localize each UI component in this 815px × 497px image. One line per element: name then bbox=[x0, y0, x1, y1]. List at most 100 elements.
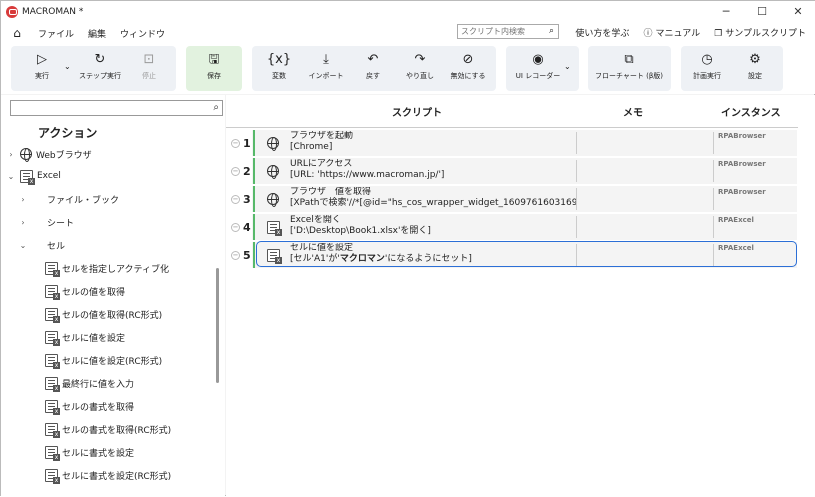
tree-item[interactable]: セルを指定しアクティブ化 bbox=[45, 257, 169, 279]
sample-icon: ❐ bbox=[714, 29, 723, 39]
schedule-button[interactable]: ◷ 計画実行 bbox=[687, 44, 727, 89]
ui-recorder-button[interactable]: ◉ UI レコーダー bbox=[511, 44, 565, 89]
tree-item[interactable]: セルの書式を取得 bbox=[45, 395, 134, 417]
menu-edit[interactable]: 編集 bbox=[88, 27, 106, 40]
globe-icon bbox=[20, 148, 32, 162]
memo-divider bbox=[576, 216, 577, 238]
instance-column-header[interactable]: インスタンス bbox=[721, 104, 781, 119]
help-icon: ⓘ bbox=[643, 29, 653, 39]
row-number-label: 3 bbox=[243, 193, 251, 206]
app-window: MACROMAN * ─ ☐ ✕ ⌂ ファイル 編集 ウィンドウ ⌕ 使い方を学… bbox=[0, 0, 815, 497]
recorder-dropdown-icon[interactable]: ⌄ bbox=[564, 62, 571, 71]
script-row[interactable]: −4 Excelを開く['D:\Desktop\Book1.xlsx'を開く] RP… bbox=[226, 214, 798, 240]
save-button[interactable]: 🖫 保存 bbox=[186, 44, 242, 89]
script-row[interactable]: −5 セルに値を設定[セル'A1'が'マクロマン'になるようにセット] RPAExc… bbox=[226, 241, 798, 268]
row-toggle-icon[interactable]: − bbox=[231, 251, 240, 260]
manual-link[interactable]: ⓘ マニュアル bbox=[643, 26, 700, 39]
action-scrollbar[interactable] bbox=[216, 268, 219, 383]
row-toggle-icon[interactable]: − bbox=[231, 167, 240, 176]
tree-item[interactable]: セルに書式を設定(RC形式) bbox=[45, 464, 171, 486]
undo-button[interactable]: ↶ 戻す bbox=[355, 44, 391, 89]
row-action-params: [セル'A1'が'マクロマン'になるようにセット] bbox=[290, 254, 576, 265]
menu-window[interactable]: ウィンドウ bbox=[120, 27, 165, 40]
tree-item-label: セルに書式を設定 bbox=[62, 448, 135, 459]
instance-divider bbox=[713, 216, 714, 238]
save-icon: 🖫 bbox=[208, 52, 220, 67]
tree-item[interactable]: セルに値を設定(RC形式) bbox=[45, 349, 162, 371]
excel-icon bbox=[45, 399, 60, 415]
memo-column-header[interactable]: メモ bbox=[623, 104, 643, 119]
script-row[interactable]: −2 URLにアクセス [URL: 'https://www.macroman.jp… bbox=[226, 158, 798, 184]
minimize-button[interactable]: ─ bbox=[708, 1, 744, 22]
tree-item[interactable]: 最終行に値を入力 bbox=[45, 372, 134, 394]
tree-item-label: シート bbox=[47, 218, 75, 229]
enabled-indicator bbox=[253, 130, 255, 156]
learn-link[interactable]: 使い方を学ぶ bbox=[575, 26, 629, 39]
search-icon[interactable]: ⌕ bbox=[549, 26, 554, 36]
home-icon[interactable]: ⌂ bbox=[10, 26, 24, 40]
search-icon[interactable]: ⌕ bbox=[213, 102, 219, 113]
script-search-input[interactable] bbox=[458, 27, 538, 36]
row-number-label: 5 bbox=[243, 249, 251, 262]
import-button[interactable]: ⤓ インポート bbox=[303, 44, 349, 89]
tree-item[interactable]: セルの書式を取得(RC形式) bbox=[45, 418, 171, 440]
flowchart-button[interactable]: ⧉ フローチャート (β版) bbox=[590, 44, 668, 89]
row-toggle-icon[interactable]: − bbox=[231, 195, 240, 204]
tree-item[interactable]: セルに書式を設定 bbox=[45, 441, 134, 463]
disable-icon: ⊘ bbox=[462, 52, 474, 67]
action-heading: アクション bbox=[38, 126, 98, 140]
row-number-label: 2 bbox=[243, 165, 251, 178]
excel-icon bbox=[267, 221, 282, 236]
chevron-down-icon[interactable]: ⌄ bbox=[5, 172, 17, 181]
chevron-right-icon[interactable]: › bbox=[17, 195, 29, 204]
chevron-right-icon[interactable]: › bbox=[17, 218, 29, 227]
tree-item[interactable]: › シート bbox=[17, 211, 74, 233]
tree-item-label: セル bbox=[47, 241, 66, 252]
tree-item-label: セルに値を設定(RC形式) bbox=[62, 356, 163, 367]
tree-item[interactable]: ⌄ Excel bbox=[5, 165, 61, 187]
excel-icon bbox=[45, 422, 60, 438]
row-toggle-icon[interactable]: − bbox=[231, 223, 240, 232]
menu-file[interactable]: ファイル bbox=[38, 27, 74, 40]
excel-icon bbox=[45, 353, 60, 369]
sample-script-link[interactable]: ❐ サンプルスクリプト bbox=[714, 26, 806, 39]
window-title: MACROMAN * bbox=[22, 6, 84, 17]
tree-item[interactable]: ⌄ セル bbox=[17, 234, 65, 256]
redo-label: やり直し bbox=[406, 72, 434, 80]
redo-button[interactable]: ↷ やり直し bbox=[401, 44, 439, 89]
row-toggle-icon[interactable]: − bbox=[231, 139, 240, 148]
memo-divider bbox=[576, 188, 577, 210]
run-dropdown-icon[interactable]: ⌄ bbox=[64, 62, 71, 71]
tree-item[interactable]: › ファイル・ブック bbox=[17, 188, 119, 210]
step-run-button[interactable]: ↻ ステップ実行 bbox=[77, 44, 123, 89]
close-button[interactable]: ✕ bbox=[780, 1, 815, 22]
step-icon: ↻ bbox=[94, 52, 106, 67]
stop-button[interactable]: ⊡ 停止 bbox=[131, 44, 167, 89]
tree-item-label: セルの書式を取得(RC形式) bbox=[62, 425, 172, 436]
row-action-name: Excelを開く bbox=[290, 215, 341, 225]
chevron-down-icon[interactable]: ⌄ bbox=[17, 241, 29, 250]
script-row[interactable]: −3 ブラウザ 値を取得 [XPathで検索'//*[@id="hs_cos_wra… bbox=[226, 186, 798, 212]
tree-item[interactable]: セルに値を設定 bbox=[45, 326, 125, 348]
instance-divider bbox=[713, 160, 714, 182]
disable-button[interactable]: ⊘ 無効にする bbox=[445, 44, 491, 89]
chevron-right-icon[interactable]: › bbox=[5, 150, 17, 159]
row-action-name: セルに値を設定 bbox=[290, 243, 354, 253]
action-search[interactable]: ⌕ bbox=[10, 100, 223, 116]
excel-icon bbox=[45, 330, 60, 346]
tree-item[interactable]: セルの値を取得 bbox=[45, 280, 125, 302]
tree-item[interactable]: › Webブラウザ bbox=[5, 143, 92, 165]
script-row[interactable]: −1 ブラウザを起動 [Chrome] RPABrowser bbox=[226, 130, 798, 156]
row-text: URLにアクセス [URL: 'https://www.macroman.jp/'… bbox=[290, 159, 576, 181]
tree-item-label: セルの値を取得(RC形式) bbox=[62, 310, 163, 321]
settings-button[interactable]: ⚙ 設定 bbox=[735, 44, 775, 89]
excel-icon bbox=[267, 249, 282, 264]
instance-divider bbox=[713, 132, 714, 154]
toolbar: ▷ 実行 ⌄ ↻ ステップ実行 ⊡ 停止 🖫 保存 {x} 変数 ⤓ インポート ↶ 戻す ↷… bbox=[1, 44, 815, 94]
variable-button[interactable]: {x} 変数 bbox=[259, 44, 299, 89]
maximize-button[interactable]: ☐ bbox=[744, 1, 780, 22]
script-column-header[interactable]: スクリプト bbox=[392, 104, 442, 119]
tree-item[interactable]: セルの値を取得(RC形式) bbox=[45, 303, 162, 325]
script-panel: スクリプト メモ インスタンス −1 ブラウザを起動 [Chrome] RPABrow… bbox=[226, 95, 815, 497]
run-button[interactable]: ▷ 実行 bbox=[24, 44, 60, 89]
